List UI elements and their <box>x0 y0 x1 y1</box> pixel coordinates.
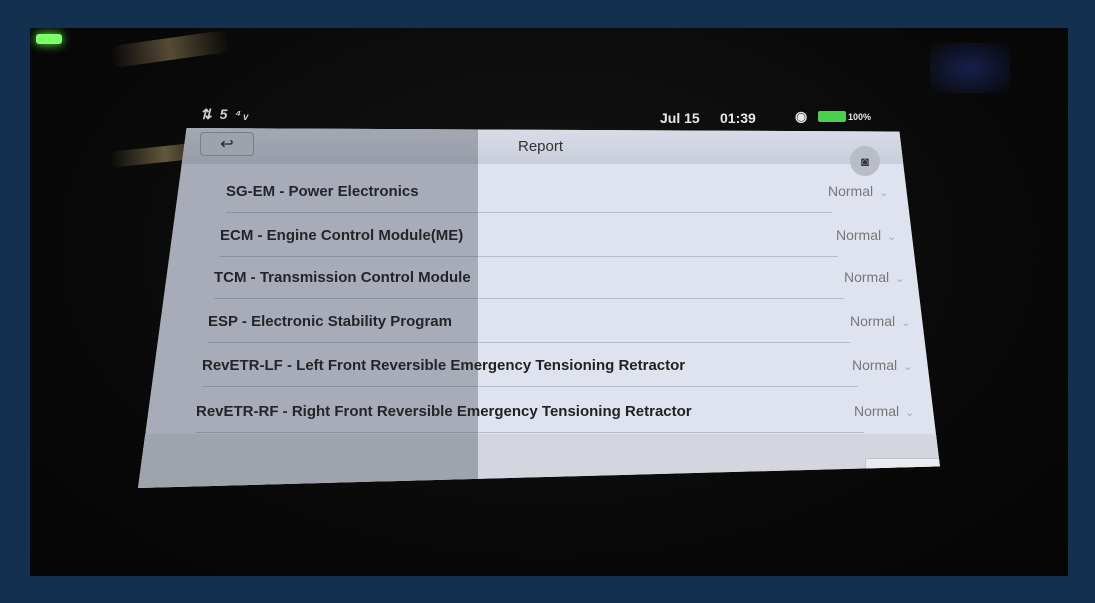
module-status: Normal ⌄ <box>850 313 911 329</box>
list-item[interactable]: SG-EM - Power Electronics Normal ⌄ <box>226 170 888 213</box>
status-time: 01:39 <box>720 110 756 126</box>
chevron-down-icon: ⌄ <box>887 231 897 243</box>
module-name: RevETR-RF - Right Front Reversible Emerg… <box>196 402 692 420</box>
module-name: SG-EM - Power Electronics <box>226 182 419 200</box>
list-item[interactable]: ECM - Engine Control Module(ME) Normal ⌄ <box>220 214 896 257</box>
background-reflection <box>930 43 1010 93</box>
module-status: Normal ⌄ <box>852 357 913 373</box>
chevron-down-icon: ⌄ <box>901 317 911 329</box>
page-title: Report <box>518 138 564 155</box>
camera-icon: ◙ <box>861 153 869 169</box>
back-button[interactable]: ↩ <box>200 132 254 156</box>
chevron-down-icon: ⌄ <box>879 187 889 199</box>
list-item[interactable]: ESP - Electronic Stability Program Norma… <box>208 300 910 343</box>
chevron-down-icon: ⌄ <box>905 407 915 419</box>
power-led <box>36 34 62 44</box>
chevron-down-icon: ⌄ <box>895 273 905 285</box>
module-name: RevETR-LF - Left Front Reversible Emerge… <box>202 356 686 374</box>
module-name: ECM - Engine Control Module(ME) <box>220 226 464 244</box>
footer-bar <box>138 434 940 488</box>
module-name: TCM - Transmission Control Module <box>214 268 471 286</box>
list-item[interactable]: RevETR-LF - Left Front Reversible Emerge… <box>202 344 912 387</box>
back-arrow-icon: ↩ <box>220 136 234 153</box>
module-status: Normal ⌄ <box>836 227 897 243</box>
battery-percent: 100% <box>848 112 872 122</box>
wifi-icon: ◉ <box>795 108 808 124</box>
chevron-down-icon: ⌄ <box>903 361 913 373</box>
module-status: Normal ⌄ <box>844 269 905 285</box>
module-status: Normal ⌄ <box>854 403 915 419</box>
screen-edge-accent <box>138 158 146 438</box>
status-icons: ⇅ 5 ⁴ᵥ <box>200 106 251 122</box>
title-bar: ↩ Report ◙ <box>138 128 940 176</box>
share-button[interactable]: Share <box>865 458 940 488</box>
photo-frame: ⇅ 5 ⁴ᵥ Jul 15 01:39 ◉ 100% ↩ Report ◙ SG… <box>30 28 1068 576</box>
report-screen: ↩ Report ◙ SG-EM - Power Electronics Nor… <box>138 128 940 488</box>
module-status: Normal ⌄ <box>828 183 889 199</box>
list-item[interactable]: TCM - Transmission Control Module Normal… <box>214 256 904 299</box>
status-date: Jul 15 <box>660 110 700 126</box>
list-item[interactable]: RevETR-RF - Right Front Reversible Emerg… <box>196 390 914 433</box>
module-name: ESP - Electronic Stability Program <box>208 312 452 330</box>
battery-icon <box>818 111 846 122</box>
light-glare <box>109 29 231 69</box>
status-bar: ⇅ 5 ⁴ᵥ Jul 15 01:39 ◉ 100% <box>200 106 890 128</box>
screenshot-button[interactable]: ◙ <box>850 146 880 176</box>
